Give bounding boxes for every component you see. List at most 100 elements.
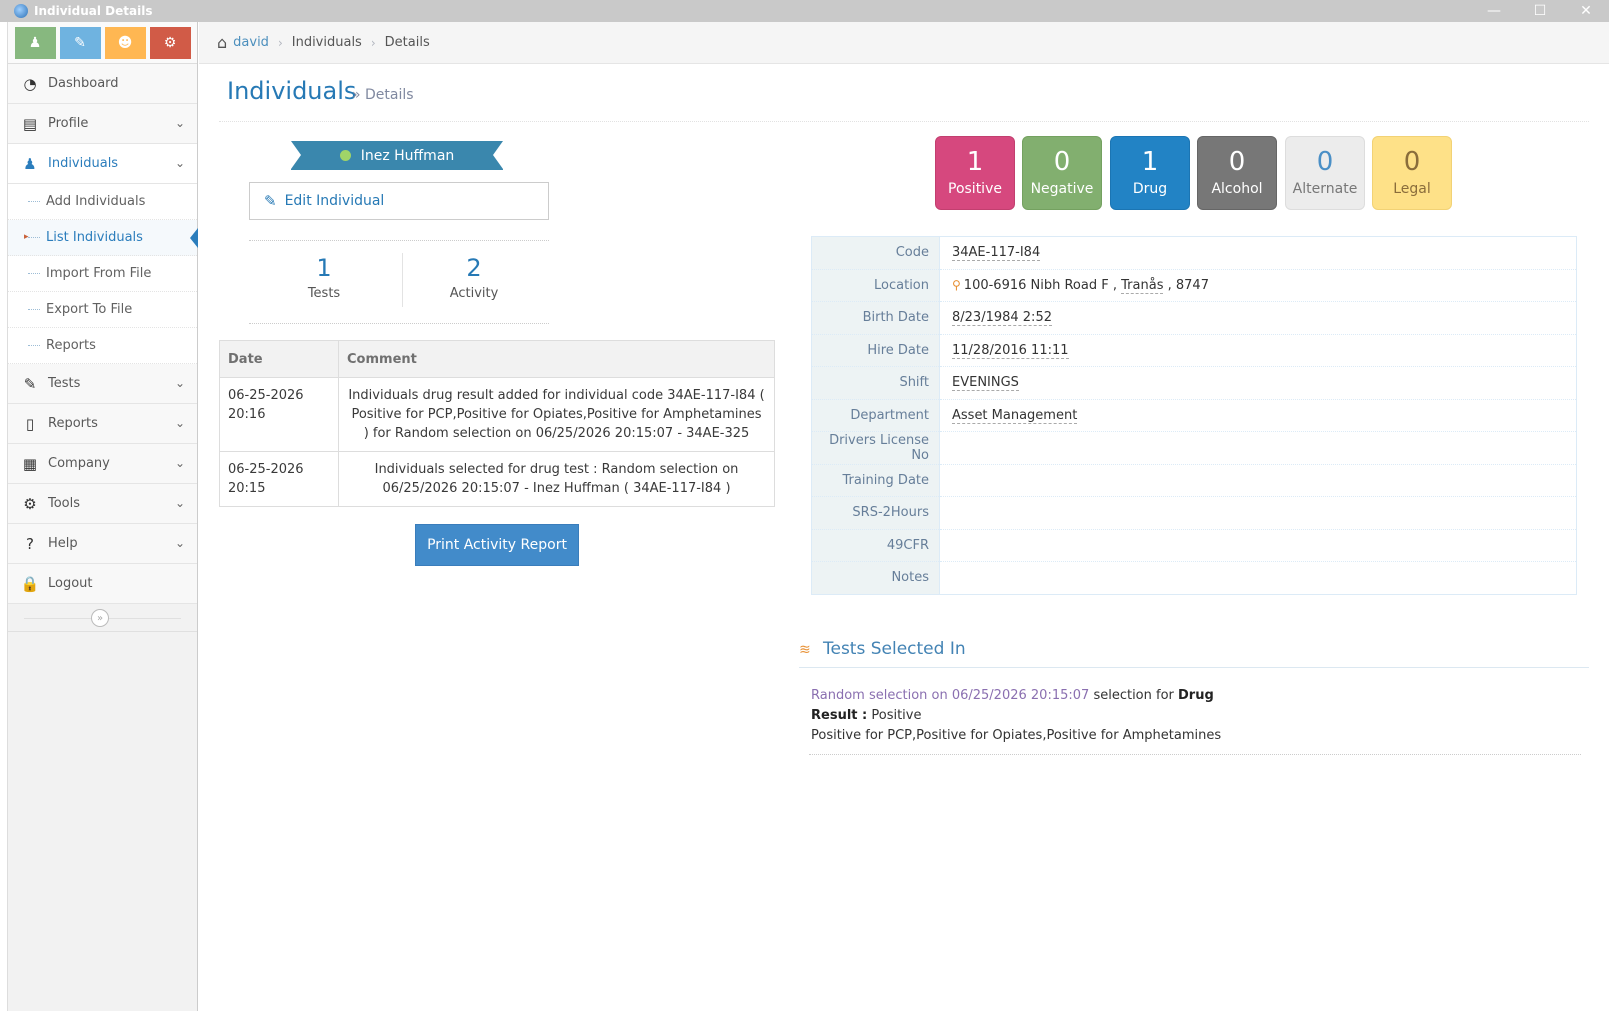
sidebar-item-tools[interactable]: ⚙ Tools ⌄ [8,484,197,524]
info-value-notes[interactable] [939,561,1577,594]
info-value-srs[interactable] [939,496,1577,529]
shortcut-settings-icon[interactable]: ⚙ [149,26,191,59]
hire-date-value[interactable]: 11/28/2016 11:11 [952,342,1069,359]
submenu-import-from-file[interactable]: Import From File [8,256,197,292]
stat-activity: 2 Activity [399,254,549,301]
sidebar-item-logout[interactable]: 🔒 Logout [8,564,197,604]
left-gutter [0,22,8,1011]
chevron-down-icon: ⌄ [174,536,185,550]
info-value-shift: EVENINGS [939,366,1577,399]
edit-icon: ✎ [264,192,277,210]
breadcrumb-home-link[interactable]: david [233,35,269,50]
activity-comment: Individuals selected for drug test : Ran… [338,451,775,507]
count-legal: 0 Legal [1372,136,1452,210]
sidebar: ♟ ✎ ☻ ⚙ ◔ Dashboard ▤ Profile ⌄ ♟ Indivi… [8,22,198,1011]
sidebar-item-profile[interactable]: ▤ Profile ⌄ [8,104,197,144]
edit-individual-button[interactable]: ✎ Edit Individual [249,182,549,220]
sidebar-shortcuts: ♟ ✎ ☻ ⚙ [8,22,197,64]
info-label: Location [811,268,940,302]
activity-date: 06-25-2026 20:16 [219,377,339,452]
info-row-hire-date: Hire Date 11/28/2016 11:11 [811,333,1577,367]
stat-tests-value: 1 [316,254,332,282]
sidebar-item-individuals[interactable]: ♟ Individuals ⌄ [8,144,197,184]
submenu-export-to-file[interactable]: Export To File [8,292,197,328]
submenu-list-individuals[interactable]: ▸ List Individuals [8,220,198,256]
count-drug-label: Drug [1132,181,1168,197]
table-header-row: Date Comment [219,340,775,378]
chevron-down-icon: ⌄ [174,376,185,390]
person-icon: ♟ [23,154,37,173]
print-activity-report-button[interactable]: Print Activity Report [415,524,579,566]
double-chevron-right-icon[interactable]: » [91,609,109,627]
minimize-button[interactable]: — [1471,0,1517,22]
map-marker-icon: ⚲ [952,277,961,292]
info-value-training-date[interactable] [939,463,1577,497]
maximize-button[interactable]: ☐ [1517,0,1563,22]
submenu-reports[interactable]: Reports [8,328,197,364]
edit-icon: ✎ [23,374,37,393]
info-value-drivers-license[interactable] [939,431,1577,464]
info-label: Birth Date [811,301,940,334]
breadcrumb-individuals[interactable]: Individuals [292,35,362,50]
shortcut-individual-icon[interactable]: ♟ [14,26,56,59]
count-alternate-label: Alternate [1292,181,1358,197]
test-result-line: Result : Positive [811,706,1221,726]
chevron-down-icon: ⌄ [174,156,185,170]
sidebar-item-label: Profile [48,116,89,131]
close-button[interactable]: ✕ [1563,0,1609,22]
page-header: Individuals » Details [219,72,1589,122]
column-header-date[interactable]: Date [219,340,339,378]
test-selection-link[interactable]: Random selection on 06/25/2026 20:15:07 [811,688,1089,703]
info-value-location: ⚲ 100-6916 Nibh Road F , Tranås , 8747 [939,268,1577,302]
stats-divider-top [249,240,549,241]
page-title: Individuals [227,77,357,105]
breadcrumb-separator: › [277,35,283,50]
code-value[interactable]: 34AE-117-I84 [952,245,1041,262]
shortcut-edit-icon[interactable]: ✎ [59,26,101,59]
test-result-details: Positive for PCP,Positive for Opiates,Po… [811,728,1222,743]
count-positive: 1 Positive [935,136,1015,210]
info-label: Code [811,236,940,269]
info-label: Drivers License No [811,431,940,464]
sidebar-item-tests[interactable]: ✎ Tests ⌄ [8,364,197,404]
submenu-label: Reports [46,338,96,353]
sidebar-item-help[interactable]: ? Help ⌄ [8,524,197,564]
breadcrumb-separator: › [370,35,376,50]
sidebar-item-company[interactable]: ▦ Company ⌄ [8,444,197,484]
window-titlebar: Individual Details — ☐ ✕ [0,0,1609,22]
info-row-drivers-license: Drivers License No [811,431,1577,464]
breadcrumb: ⌂ david › Individuals › Details [199,22,1609,64]
stat-tests-label: Tests [307,286,341,301]
department-value[interactable]: Asset Management [952,407,1078,424]
count-alternate: 0 Alternate [1285,136,1365,210]
stats-divider-bottom [249,323,549,324]
shift-value[interactable]: EVENINGS [952,375,1019,392]
sidebar-item-reports[interactable]: ▯ Reports ⌄ [8,404,197,444]
tests-selected-title: Tests Selected In [823,639,966,659]
shortcut-group-icon[interactable]: ☻ [104,26,146,59]
page-subtitle: » Details [352,87,414,103]
sidebar-item-label: Tools [48,496,81,511]
test-selection-line: Random selection on 06/25/2026 20:15:07 … [811,686,1221,706]
lock-icon: 🔒 [20,574,40,593]
info-value-department: Asset Management [939,398,1577,432]
edit-individual-label: Edit Individual [284,193,385,209]
column-header-comment[interactable]: Comment [338,340,775,378]
submenu-label: List Individuals [46,230,143,245]
info-label: 49CFR [811,528,940,562]
online-status-icon [339,150,351,161]
chevron-down-icon: ⌄ [174,456,185,470]
birth-date-value[interactable]: 8/23/1984 2:52 [952,310,1052,327]
sidebar-item-label: Dashboard [48,76,119,91]
count-alcohol-value: 0 [1228,147,1246,177]
info-value-49cfr[interactable] [939,528,1577,562]
info-row-department: Department Asset Management [811,398,1577,432]
submenu-label: Import From File [46,266,152,281]
info-row-birth-date: Birth Date 8/23/1984 2:52 [811,301,1577,334]
location-city[interactable]: Tranås [1121,277,1164,294]
submenu-add-individuals[interactable]: Add Individuals [8,184,197,220]
activity-date: 06-25-2026 20:15 [219,451,339,507]
count-negative: 0 Negative [1022,136,1102,210]
stat-activity-value: 2 [466,254,482,282]
sidebar-item-dashboard[interactable]: ◔ Dashboard [8,64,197,104]
